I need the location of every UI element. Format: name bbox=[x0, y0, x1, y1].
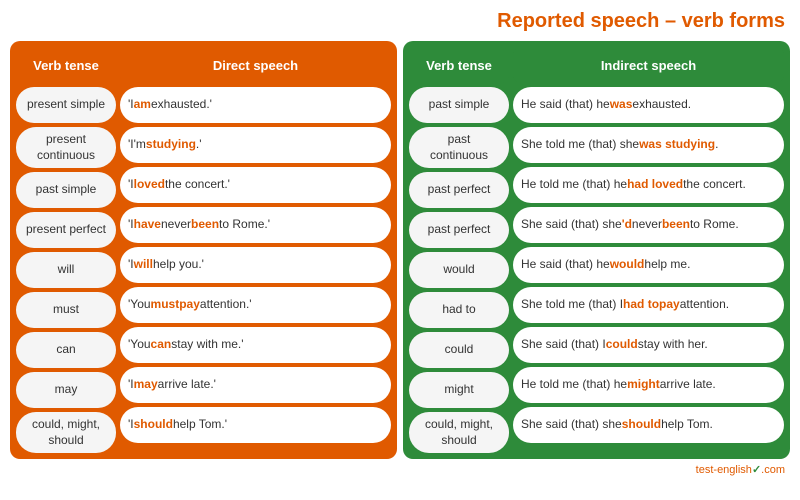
left-speech-cell-8: 'I should help Tom.' bbox=[120, 407, 391, 443]
right-speech-col: Indirect speech He said (that) he was ex… bbox=[513, 47, 784, 453]
right-speech-cell-4: He said (that) he would help me. bbox=[513, 247, 784, 283]
left-half: Verb tense present simple present continu… bbox=[10, 41, 397, 459]
footer: test-english✓.com bbox=[10, 463, 790, 476]
right-verb-cell-3: past perfect bbox=[409, 212, 509, 248]
left-speech-cell-1: 'I'm studying.' bbox=[120, 127, 391, 163]
right-speech-cell-8: She said (that) she should help Tom. bbox=[513, 407, 784, 443]
table-wrapper: Verb tense present simple present continu… bbox=[10, 41, 790, 459]
main-container: Reported speech – verb forms Verb tense … bbox=[0, 0, 800, 500]
left-verb-cell-7: may bbox=[16, 372, 116, 408]
left-speech-header: Direct speech bbox=[120, 47, 391, 83]
left-verb-cell-8: could, might, should bbox=[16, 412, 116, 453]
right-speech-header: Indirect speech bbox=[513, 47, 784, 83]
left-verb-cell-3: present perfect bbox=[16, 212, 116, 248]
left-verb-cell-0: present simple bbox=[16, 87, 116, 123]
right-speech-cell-2: He told me (that) he had loved the conce… bbox=[513, 167, 784, 203]
left-speech-cell-7: 'I may arrive late.' bbox=[120, 367, 391, 403]
right-verb-col: Verb tense past simple past continuous pas… bbox=[409, 47, 509, 453]
page-title: Reported speech – verb forms bbox=[10, 10, 790, 33]
left-speech-cell-5: 'You must pay attention.' bbox=[120, 287, 391, 323]
left-speech-cell-3: 'I have never been to Rome.' bbox=[120, 207, 391, 243]
right-verb-cell-2: past perfect bbox=[409, 172, 509, 208]
right-speech-cell-5: She told me (that) I had to pay attentio… bbox=[513, 287, 784, 323]
left-speech-cell-2: 'I loved the concert.' bbox=[120, 167, 391, 203]
right-verb-cell-8: could, might, should bbox=[409, 412, 509, 453]
left-verb-cell-2: past simple bbox=[16, 172, 116, 208]
right-verb-cell-4: would bbox=[409, 252, 509, 288]
right-half: Verb tense past simple past continuous pas… bbox=[403, 41, 790, 459]
left-speech-col: Direct speech 'I am exhausted.' 'I'm stud… bbox=[120, 47, 391, 453]
left-speech-cell-4: 'I will help you.' bbox=[120, 247, 391, 283]
footer-com: .com bbox=[761, 464, 785, 476]
left-verb-col: Verb tense present simple present continu… bbox=[16, 47, 116, 453]
footer-check: ✓ bbox=[752, 464, 761, 476]
right-speech-cell-3: She said (that) she'd never been to Rome… bbox=[513, 207, 784, 243]
left-verb-header: Verb tense bbox=[16, 47, 116, 83]
left-verb-cell-6: can bbox=[16, 332, 116, 368]
left-verb-cell-5: must bbox=[16, 292, 116, 328]
right-speech-cell-1: She told me (that) she was studying. bbox=[513, 127, 784, 163]
right-speech-cell-0: He said (that) he was exhausted. bbox=[513, 87, 784, 123]
right-verb-cell-7: might bbox=[409, 372, 509, 408]
footer-text: test-english bbox=[696, 464, 752, 476]
right-verb-cell-0: past simple bbox=[409, 87, 509, 123]
right-speech-cell-7: He told me (that) he might arrive late. bbox=[513, 367, 784, 403]
right-speech-cell-6: She said (that) I could stay with her. bbox=[513, 327, 784, 363]
right-verb-cell-6: could bbox=[409, 332, 509, 368]
right-verb-cell-1: past continuous bbox=[409, 127, 509, 168]
left-speech-cell-6: 'You can stay with me.' bbox=[120, 327, 391, 363]
left-verb-cell-1: present continuous bbox=[16, 127, 116, 168]
left-verb-cell-4: will bbox=[16, 252, 116, 288]
left-speech-cell-0: 'I am exhausted.' bbox=[120, 87, 391, 123]
right-verb-header: Verb tense bbox=[409, 47, 509, 83]
right-verb-cell-5: had to bbox=[409, 292, 509, 328]
